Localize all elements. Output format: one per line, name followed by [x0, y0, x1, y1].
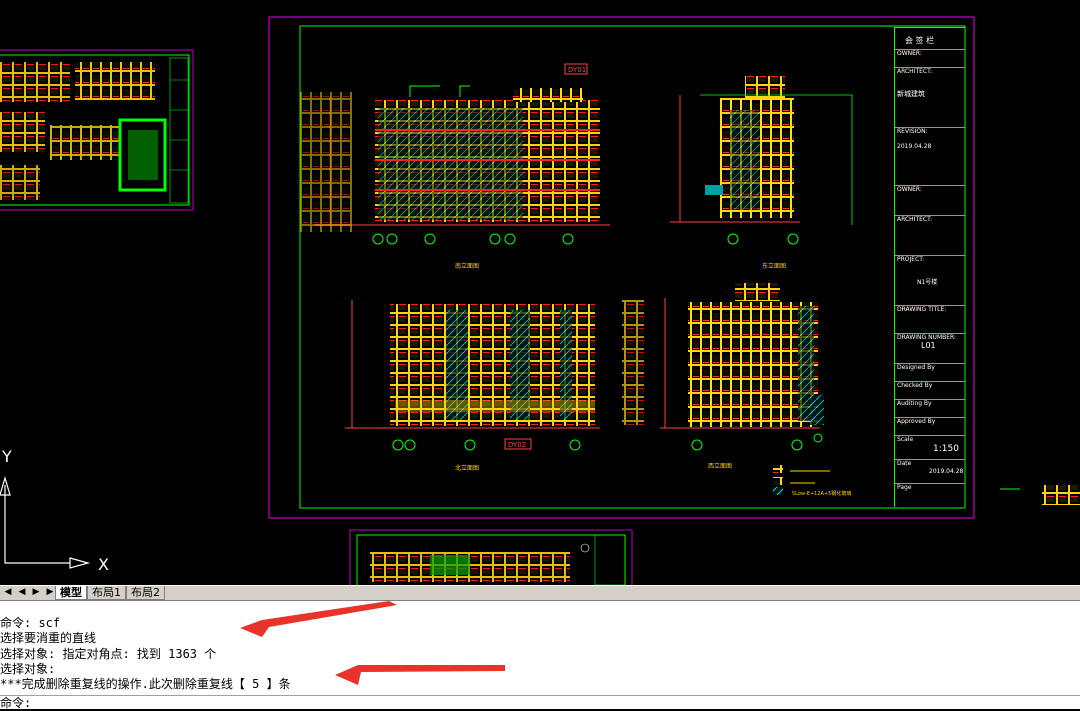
- view-title-east: 东立面图: [762, 262, 786, 270]
- view-title-west: 西立面图: [708, 462, 732, 470]
- tab-layout2[interactable]: 布局2: [126, 586, 165, 600]
- tb-date-row: Date 2019.04.28: [895, 459, 965, 483]
- tab-model[interactable]: 模型: [55, 586, 87, 600]
- tb-checked-by: Checked By: [897, 382, 933, 389]
- annotation-arrow-2: [335, 665, 505, 685]
- tb-page-row: Page: [895, 483, 965, 507]
- tb-revision-row: REVISION: 2019.04.28: [895, 127, 965, 185]
- tb-header-row: 会 签 栏: [895, 27, 965, 49]
- left-sheet[interactable]: [0, 49, 194, 211]
- tb-revision-label: REVISION:: [897, 128, 928, 135]
- tb-auditing-by: Auditing By: [897, 400, 932, 407]
- tb-project-name: N1号楼: [917, 279, 938, 286]
- tb-project-label: PROJECT:: [897, 256, 925, 263]
- tb-owner-row: OWNER:: [895, 49, 965, 67]
- tb-owner-label-2: OWNER:: [897, 186, 922, 193]
- tb-drawing-title-label: DRAWING TITLE:: [897, 306, 947, 313]
- main-sheet[interactable]: DY01 南立面图 东立面图 DY02 北立面图 西立面图 5Low-E+12A…: [268, 16, 975, 519]
- tab-layout1[interactable]: 布局1: [87, 586, 126, 600]
- tb-designed-row: Designed By: [895, 363, 965, 381]
- tb-approved-row: Approved By: [895, 417, 965, 435]
- tb-drawing-title-row: DRAWING TITLE:: [895, 305, 965, 333]
- tb-scale-row: Scale 1:150: [895, 435, 965, 459]
- tb-architect-row: ARCHITECT: 新城建筑: [895, 67, 965, 127]
- tb-owner2-row: OWNER:: [895, 185, 965, 215]
- tb-designed-by: Designed By: [897, 364, 935, 371]
- legend-text: 5Low-E+12A+5钢化玻璃: [792, 490, 851, 497]
- right-edge-fragment: [1000, 485, 1080, 505]
- ucs-icon: Y X: [0, 447, 109, 574]
- tb-drawing-number-label: DRAWING NUMBER:: [897, 334, 957, 341]
- tb-owner-label: OWNER:: [897, 50, 922, 57]
- tb-architect-label-2: ARCHITECT:: [897, 216, 933, 223]
- ucs-y-label: Y: [1, 447, 12, 466]
- tb-company-name: 新城建筑: [897, 90, 925, 98]
- tab-first-icon[interactable]: ◀: [2, 586, 14, 599]
- tab-next-icon[interactable]: ▶: [30, 586, 42, 599]
- elevation-tag-dy02: DY02: [508, 441, 526, 449]
- tb-project-row: PROJECT: N1号楼: [895, 255, 965, 305]
- ucs-x-label: X: [98, 555, 109, 574]
- view-title-north: 北立面图: [455, 464, 479, 472]
- tb-date-value: 2019.04.28: [929, 468, 964, 475]
- view-title-south: 南立面图: [455, 262, 479, 270]
- bottom-sheet[interactable]: [349, 529, 633, 585]
- tb-revision-date: 2019.04.28: [897, 143, 932, 150]
- command-line-window[interactable]: 命令: scf 选择要消重的直线 选择对象: 指定对角点: 找到 1363 个 …: [0, 600, 1080, 710]
- tb-architect-label: ARCHITECT:: [897, 68, 933, 75]
- layout-tab-bar: ◀ ◀ ▶ ▶ 模型 布局1 布局2: [0, 585, 1080, 600]
- tab-prev-icon[interactable]: ◀: [16, 586, 28, 599]
- elevation-tag-dy01: DY01: [568, 66, 586, 74]
- tb-page-label: Page: [897, 484, 912, 491]
- tb-scale-label: Scale: [897, 436, 914, 443]
- tb-checked-row: Checked By: [895, 381, 965, 399]
- title-block: 会 签 栏 OWNER: ARCHITECT: 新城建筑 REVISION: 2…: [894, 27, 965, 507]
- cad-model-space[interactable]: DY01 南立面图 东立面图 DY02 北立面图 西立面图 5Low-E+12A…: [0, 0, 1080, 585]
- tb-header: 会 签 栏: [905, 36, 935, 45]
- tb-drawing-number-row: DRAWING NUMBER: L01: [895, 333, 965, 363]
- tb-date-label: Date: [897, 460, 912, 467]
- tb-drawing-number: L01: [921, 341, 936, 350]
- tb-scale-value: 1:150: [933, 444, 959, 454]
- tb-auditing-row: Auditing By: [895, 399, 965, 417]
- annotation-arrows: [240, 601, 505, 685]
- tb-architect2-row: ARCHITECT:: [895, 215, 965, 255]
- annotation-arrow-1: [240, 601, 397, 637]
- tb-approved-by: Approved By: [897, 418, 936, 425]
